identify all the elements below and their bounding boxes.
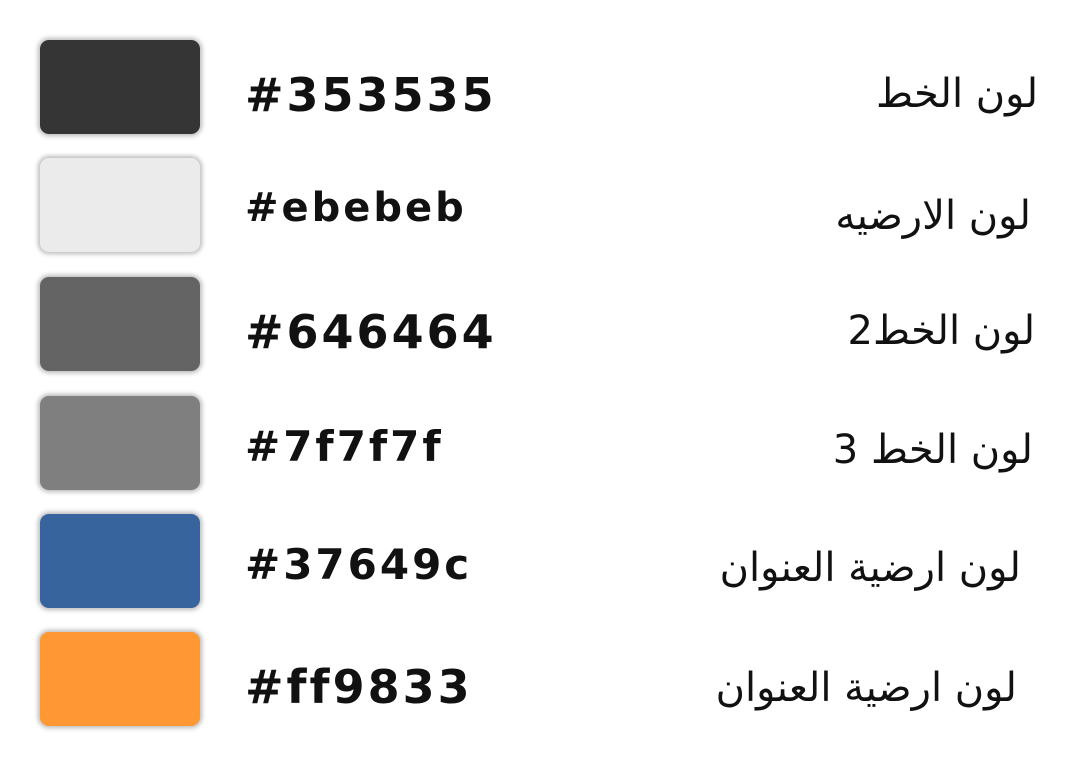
color-row: #7f7f7f لون الخط 3	[0, 396, 1067, 492]
color-swatch	[40, 632, 200, 726]
color-swatch	[40, 277, 200, 371]
color-row: #ebebeb لون الارضيه	[0, 158, 1067, 254]
color-label: لون الخط 3	[832, 427, 1033, 473]
color-label: لون الارضيه	[835, 193, 1031, 239]
color-swatch	[40, 396, 200, 490]
color-label: لون الخط	[875, 71, 1038, 117]
color-row: #646464 لون الخط2	[0, 277, 1067, 373]
hex-code: #ff9833	[245, 660, 473, 714]
hex-code: #7f7f7f	[245, 422, 444, 471]
color-palette: #353535 لون الخط #ebebeb لون الارضيه #64…	[0, 0, 1067, 768]
color-row: #ff9833 لون ارضية العنوان	[0, 632, 1067, 728]
color-label: لون ارضية العنوان	[715, 665, 1017, 711]
color-label: لون ارضية العنوان	[719, 545, 1021, 591]
hex-code: #646464	[245, 305, 497, 359]
color-row: #353535 لون الخط	[0, 40, 1067, 136]
hex-code: #37649c	[245, 540, 473, 589]
color-label: لون الخط2	[847, 308, 1035, 354]
color-swatch	[40, 158, 200, 252]
hex-code: #ebebeb	[245, 185, 467, 231]
color-swatch	[40, 514, 200, 608]
hex-code: #353535	[245, 68, 497, 122]
color-row: #37649c لون ارضية العنوان	[0, 514, 1067, 610]
color-swatch	[40, 40, 200, 134]
